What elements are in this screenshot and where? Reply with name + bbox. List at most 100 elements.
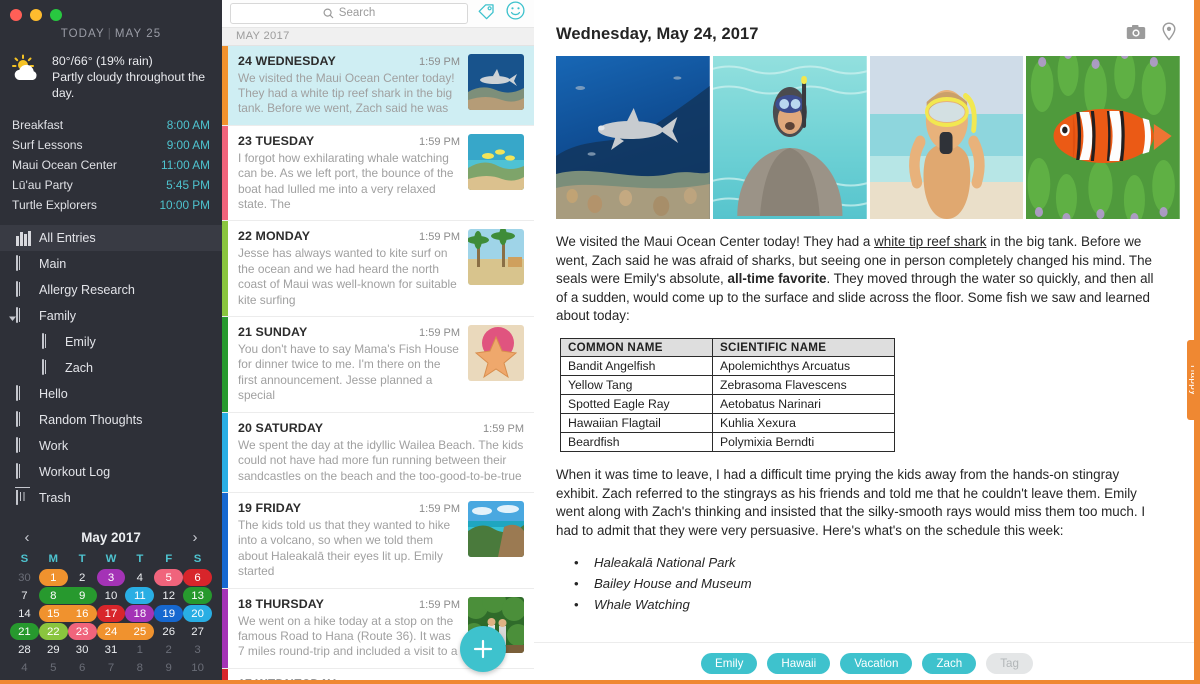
calendar-day[interactable]: 12	[154, 587, 183, 604]
entry-list-item[interactable]: 21 SUNDAY 1:59 PM You don't have to say Ma…	[222, 317, 534, 413]
calendar-day[interactable]: 30	[68, 641, 97, 658]
minimize-button[interactable]	[30, 9, 42, 21]
sidebar-item-zach[interactable]: Zach	[0, 355, 222, 381]
calendar-day[interactable]: 9	[154, 659, 183, 676]
chevron-left-icon[interactable]: ‹	[18, 529, 36, 546]
entry-thumbnail[interactable]	[468, 133, 524, 190]
calendar-day[interactable]: 10	[97, 587, 126, 604]
sidebar-item-workout-log[interactable]: Workout Log	[0, 459, 222, 485]
tag-pill[interactable]: Emily	[701, 653, 758, 674]
sidebar-item-work[interactable]: Work	[0, 433, 222, 459]
table-cell-common: Hawaiian Flagtail	[560, 412, 713, 433]
sidebar-item-trash[interactable]: Trash	[0, 485, 222, 511]
agenda-row[interactable]: Breakfast 8:00 AM	[12, 115, 210, 135]
sidebar-item-family[interactable]: Family	[0, 303, 222, 329]
entry-list-item[interactable]: 19 FRIDAY 1:59 PM The kids told us that th…	[222, 492, 534, 589]
chevron-right-icon[interactable]: ›	[186, 529, 204, 546]
calendar-day[interactable]: 13	[183, 587, 212, 604]
calendar-day[interactable]: 2	[154, 641, 183, 658]
calendar-day[interactable]: 1	[38, 569, 68, 586]
tag-pill[interactable]: Zach	[922, 653, 977, 674]
calendar-day[interactable]: 22	[38, 623, 68, 640]
agenda-row[interactable]: Surf Lessons 9:00 AM	[12, 135, 210, 155]
photo-reef-shark[interactable]	[556, 56, 710, 219]
calendar-day[interactable]: 27	[183, 623, 212, 640]
calendar-day[interactable]: 1	[125, 641, 154, 658]
calendar-day[interactable]: 18	[125, 605, 155, 622]
calendar-day[interactable]: 4	[125, 569, 154, 586]
entry-snippet: The kids told us that they wanted to hik…	[238, 517, 451, 579]
calendar-day[interactable]: 9	[67, 587, 97, 604]
calendar-day[interactable]: 14	[10, 605, 39, 622]
tag-icon[interactable]	[476, 0, 497, 26]
search-input[interactable]: Search	[230, 2, 468, 24]
fish-table: COMMON NAME SCIENTIFIC NAME Bandit Angel…	[560, 337, 895, 452]
sidebar-item-allergy-research[interactable]: Allergy Research	[0, 277, 222, 303]
calendar-day[interactable]: 30	[10, 569, 39, 586]
calendar-day[interactable]: 4	[10, 659, 39, 676]
entry-list-item[interactable]: 23 TUESDAY 1:59 PM I forgot how exhilarati…	[222, 125, 534, 222]
calendar-day[interactable]: 17	[96, 605, 126, 622]
close-button[interactable]	[10, 9, 22, 21]
entry-list-item[interactable]: 22 MONDAY 1:59 PM Jesse has always wanted …	[222, 221, 534, 318]
calendar-day[interactable]: 5	[154, 569, 184, 586]
calendar-day[interactable]: 15	[38, 605, 68, 622]
calendar-day[interactable]: 6	[68, 659, 97, 676]
table-cell-scientific: Apolemichthys Arcuatus	[712, 355, 895, 376]
sidebar-item-main[interactable]: Main	[0, 251, 222, 277]
sidebar-item-hello[interactable]: Hello	[0, 381, 222, 407]
calendar-day[interactable]: 21	[10, 623, 39, 640]
smiley-icon[interactable]	[505, 0, 526, 26]
entry-thumbnail[interactable]	[468, 53, 524, 110]
agenda-row[interactable]: Maui Ocean Center 11:00 AM	[12, 155, 210, 175]
new-entry-button[interactable]	[460, 626, 506, 672]
calendar-day[interactable]: 8	[125, 659, 154, 676]
calendar-day[interactable]: 7	[10, 587, 39, 604]
calendar-day[interactable]: 24	[96, 623, 126, 640]
calendar-day-number: 26	[162, 625, 176, 638]
calendar-day[interactable]: 16	[67, 605, 97, 622]
calendar-day[interactable]: 11	[125, 587, 155, 604]
add-tag-button[interactable]: Tag	[986, 653, 1033, 674]
tag-pill[interactable]: Hawaii	[767, 653, 831, 674]
calendar-day[interactable]: 6	[183, 569, 212, 586]
calendar-day[interactable]: 8	[38, 587, 68, 604]
calendar-day[interactable]: 3	[183, 641, 212, 658]
calendar-day[interactable]: 5	[39, 659, 68, 676]
calendar-day[interactable]: 3	[96, 569, 126, 586]
photo-clownfish-anemone[interactable]	[1026, 56, 1180, 219]
photo-child-snorkeler[interactable]	[869, 56, 1024, 219]
entry-list-item[interactable]: 24 WEDNESDAY 1:59 PM We visited the Maui O…	[222, 45, 534, 126]
calendar-day[interactable]: 23	[67, 623, 97, 640]
calendar-day[interactable]: 29	[39, 641, 68, 658]
agenda-row[interactable]: Lū'au Party 5:45 PM	[12, 175, 210, 195]
entry-thumbnail[interactable]	[468, 229, 524, 286]
calendar-day-number: 6	[78, 661, 86, 674]
tag-pill[interactable]: Vacation	[840, 653, 913, 674]
entry-thumbnail[interactable]	[468, 325, 524, 382]
zoom-button[interactable]	[50, 9, 62, 21]
calendar-day[interactable]: 10	[183, 659, 212, 676]
calendar-day[interactable]: 26	[154, 623, 183, 640]
calendar-day[interactable]: 7	[97, 659, 126, 676]
calendar-day[interactable]: 25	[125, 623, 155, 640]
entry-list-item[interactable]: 20 SATURDAY 1:59 PM We spent the day at th…	[222, 412, 534, 493]
location-pin-icon[interactable]	[1162, 22, 1176, 46]
sidebar-item-emily[interactable]: Emily	[0, 329, 222, 355]
entry-thumbnail[interactable]	[468, 500, 524, 557]
sidebar-item-random-thoughts[interactable]: Random Thoughts	[0, 407, 222, 433]
camera-icon[interactable]	[1126, 24, 1146, 45]
calendar-day-number: 1	[136, 643, 144, 656]
agenda-row[interactable]: Turtle Explorers 10:00 PM	[12, 195, 210, 215]
entry-color-strip	[222, 588, 228, 668]
calendar-day-number: 31	[104, 643, 118, 656]
photo-stingray-snorkeler[interactable]	[712, 56, 867, 219]
calendar-day[interactable]: 28	[10, 641, 39, 658]
calendar-day[interactable]: 2	[68, 569, 97, 586]
calendar-day[interactable]: 20	[183, 605, 212, 622]
sidebar-item-all-entries[interactable]: All Entries	[0, 225, 222, 251]
calendar-day[interactable]: 19	[154, 605, 184, 622]
reef-shark-link[interactable]: white tip reef shark	[874, 234, 986, 249]
sidebar-item-label: Family	[39, 309, 77, 323]
calendar-day[interactable]: 31	[97, 641, 126, 658]
